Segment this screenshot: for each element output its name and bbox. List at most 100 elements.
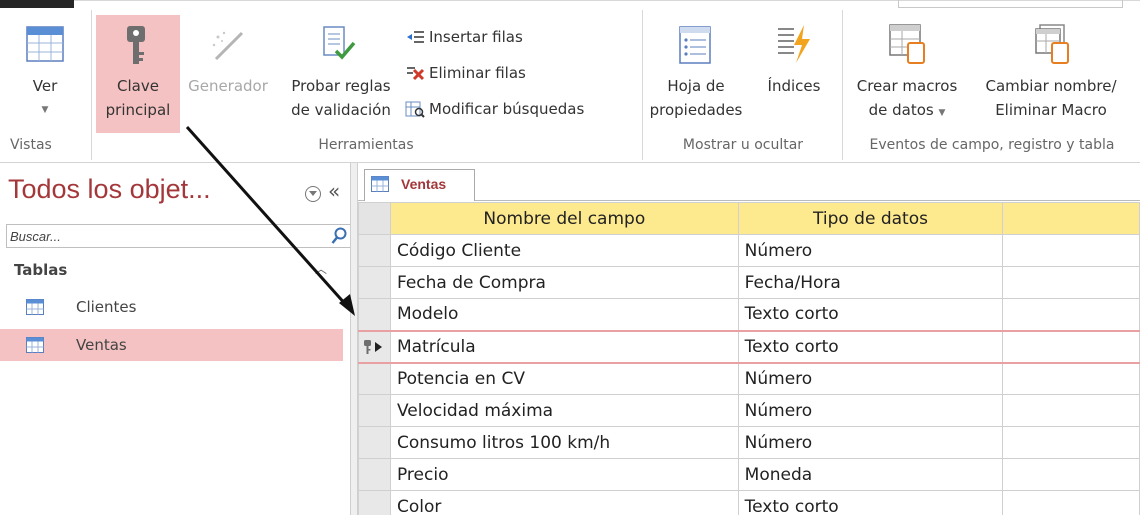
crear-label-1: Crear macros xyxy=(856,77,958,95)
eliminar-filas-label: Eliminar filas xyxy=(429,64,526,82)
field-name-cell[interactable]: Código Cliente xyxy=(389,234,739,267)
field-name-cell[interactable]: Velocidad máxima xyxy=(389,394,739,427)
nav-item-clientes[interactable]: Clientes xyxy=(0,291,343,323)
row-selector[interactable] xyxy=(358,394,391,427)
table-icon xyxy=(26,299,44,315)
data-type-cell[interactable]: Moneda xyxy=(737,458,1004,491)
table-row[interactable]: Código Cliente Número xyxy=(358,234,1140,267)
description-cell[interactable] xyxy=(1002,394,1140,427)
cambiar-nombre-button[interactable]: Cambiar nombre/ Eliminar Macro xyxy=(970,15,1132,133)
ver-button[interactable]: Ver ▼ xyxy=(12,15,78,133)
data-type-cell[interactable]: Número xyxy=(737,362,1004,395)
table-row[interactable]: Consumo litros 100 km/h Número xyxy=(358,426,1140,459)
description-cell[interactable] xyxy=(1002,298,1140,331)
document-tab-bar: Ventas xyxy=(358,163,1140,201)
description-cell[interactable] xyxy=(1002,329,1140,364)
tab-ventas[interactable]: Ventas xyxy=(364,169,475,201)
access-window: Ver ▼ Vistas Clave principal Generador P… xyxy=(0,0,1140,515)
probar-label-1: Probar reglas xyxy=(291,77,391,95)
table-row[interactable]: Velocidad máxima Número xyxy=(358,394,1140,427)
chevron-down-icon: ▼ xyxy=(938,108,946,118)
field-name-cell[interactable]: Potencia en CV xyxy=(389,362,739,395)
generador-button: Generador xyxy=(182,15,274,133)
clave-principal-button[interactable]: Clave principal xyxy=(96,15,180,133)
nav-search-box xyxy=(6,224,353,248)
column-header[interactable] xyxy=(1002,202,1140,235)
table-row[interactable]: Color Texto corto xyxy=(358,490,1140,515)
clave-label-2: principal xyxy=(105,101,171,119)
modificar-busquedas-button[interactable]: Modificar búsquedas xyxy=(405,99,584,119)
group-label-vistas: Vistas xyxy=(10,137,52,153)
generador-label: Generador xyxy=(188,77,268,95)
indices-button[interactable]: Índices xyxy=(752,15,836,133)
table-row[interactable]: Matrícula Texto corto xyxy=(358,329,1140,364)
crear-label-2: de datos ▼ xyxy=(846,99,968,124)
row-selector[interactable] xyxy=(358,298,391,331)
ribbon: Ver ▼ Vistas Clave principal Generador P… xyxy=(0,0,1140,163)
select-all-corner[interactable] xyxy=(358,202,391,235)
hoja-propiedades-button[interactable]: Hoja de propiedades xyxy=(648,15,744,133)
data-type-cell[interactable]: Texto corto xyxy=(737,298,1004,331)
data-type-cell[interactable]: Texto corto xyxy=(737,490,1004,515)
row-selector[interactable] xyxy=(358,362,391,395)
field-name-cell[interactable]: Matrícula xyxy=(389,329,739,364)
row-selector[interactable] xyxy=(358,266,391,299)
description-cell[interactable] xyxy=(1002,362,1140,395)
table-icon xyxy=(26,337,44,353)
ribbon-top-strip xyxy=(0,0,74,8)
pane-splitter[interactable] xyxy=(350,163,358,515)
property-sheet-icon xyxy=(679,26,711,64)
table-row[interactable]: Fecha de Compra Fecha/Hora xyxy=(358,266,1140,299)
column-header[interactable]: Tipo de datos xyxy=(737,202,1004,235)
collapse-pane-icon[interactable]: « xyxy=(328,179,340,203)
field-name-cell[interactable]: Fecha de Compra xyxy=(389,266,739,299)
data-type-cell[interactable]: Número xyxy=(737,394,1004,427)
data-type-cell[interactable]: Número xyxy=(737,234,1004,267)
row-selector[interactable] xyxy=(358,426,391,459)
table-row[interactable]: Modelo Texto corto xyxy=(358,298,1140,331)
probar-reglas-button[interactable]: Probar reglas de validación xyxy=(282,15,400,133)
probar-label-2: de validación xyxy=(291,101,391,119)
group-separator xyxy=(642,10,643,160)
row-selector[interactable] xyxy=(358,490,391,515)
nav-section-tablas[interactable]: Tablas xyxy=(14,261,67,279)
search-icon[interactable] xyxy=(331,227,347,245)
group-label-eventos: Eventos de campo, registro y tabla xyxy=(869,137,1115,153)
field-name-cell[interactable]: Consumo litros 100 km/h xyxy=(389,426,739,459)
data-type-cell[interactable]: Número xyxy=(737,426,1004,459)
modificar-busquedas-label: Modificar búsquedas xyxy=(429,100,585,118)
field-name-cell[interactable]: Color xyxy=(389,490,739,515)
nav-item-label: Clientes xyxy=(76,298,137,316)
column-header[interactable]: Nombre del campo xyxy=(389,202,739,235)
nav-pane-title[interactable]: Todos los objet... xyxy=(8,174,211,205)
data-type-cell[interactable]: Fecha/Hora xyxy=(737,266,1004,299)
nav-item-ventas[interactable]: Ventas xyxy=(0,329,343,361)
primary-key-indicator-icon xyxy=(364,339,383,354)
row-selector[interactable] xyxy=(358,234,391,267)
nav-menu-dropdown-icon[interactable] xyxy=(305,186,321,202)
group-label-herramientas: Herramientas xyxy=(318,137,414,153)
description-cell[interactable] xyxy=(1002,426,1140,459)
description-cell[interactable] xyxy=(1002,234,1140,267)
indices-label: Índices xyxy=(767,77,821,95)
field-name-cell[interactable]: Precio xyxy=(389,458,739,491)
eliminar-filas-button[interactable]: Eliminar filas xyxy=(405,63,526,83)
row-selector[interactable] xyxy=(358,458,391,491)
field-grid: Nombre del campo Tipo de datos Código Cl… xyxy=(358,202,1140,515)
row-selector[interactable] xyxy=(358,329,391,364)
field-name-cell[interactable]: Modelo xyxy=(389,298,739,331)
chevron-down-icon: ▼ xyxy=(41,105,49,115)
navigation-pane: Todos los objet... « Tablas ︿ Clientes xyxy=(0,170,353,515)
tab-label: Ventas xyxy=(401,176,447,192)
table-row[interactable]: Potencia en CV Número xyxy=(358,362,1140,395)
description-cell[interactable] xyxy=(1002,490,1140,515)
chevron-up-icon[interactable]: ︿ xyxy=(315,260,327,277)
data-type-cell[interactable]: Texto corto xyxy=(737,329,1004,364)
description-cell[interactable] xyxy=(1002,458,1140,491)
nav-search-input[interactable] xyxy=(7,225,307,247)
crear-macros-button[interactable]: Crear macros de datos ▼ xyxy=(846,15,968,133)
insertar-filas-button[interactable]: Insertar filas xyxy=(405,27,523,47)
rename-macro-icon xyxy=(1035,24,1069,64)
description-cell[interactable] xyxy=(1002,266,1140,299)
table-row[interactable]: Precio Moneda xyxy=(358,458,1140,491)
